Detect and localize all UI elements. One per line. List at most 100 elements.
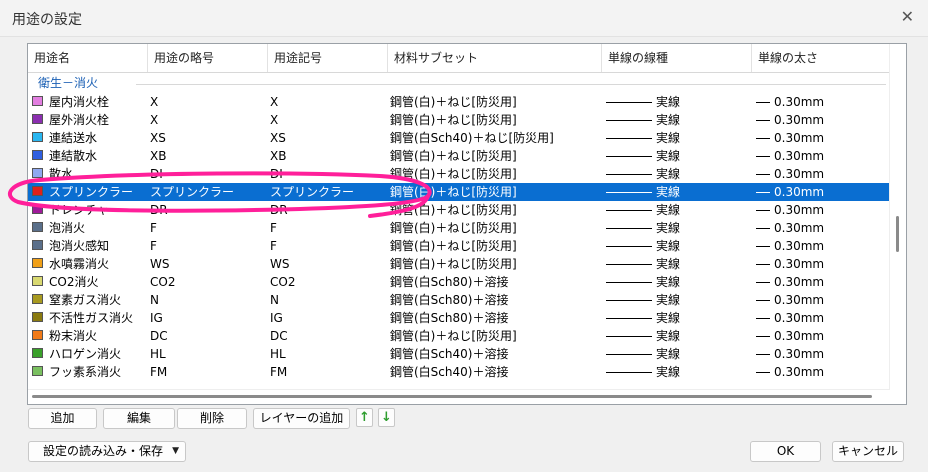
line-width-sample — [756, 318, 770, 319]
row-linetype: 実線 — [606, 273, 750, 291]
table-row[interactable]: CO2消火 CO2 CO2 鋼管(白Sch80)＋溶接 実線 0.30mm — [28, 273, 890, 291]
horizontal-scroll-thumb[interactable] — [32, 395, 872, 398]
add-button[interactable]: 追加 — [28, 408, 97, 429]
arrow-up-icon[interactable]: ↑ — [356, 408, 373, 427]
cancel-button[interactable]: キャンセル — [832, 441, 904, 462]
edit-button[interactable]: 編集 — [103, 408, 175, 429]
close-icon[interactable]: ✕ — [901, 7, 914, 26]
row-material: 鋼管(白)＋ねじ[防災用] — [390, 329, 517, 343]
line-width-sample — [756, 300, 770, 301]
table-row[interactable]: ドレンチャ DR DR 鋼管(白)＋ねじ[防災用] 実線 0.30mm — [28, 201, 890, 219]
row-linetype: 実線 — [606, 93, 750, 111]
add-layer-button[interactable]: レイヤーの追加 — [253, 408, 350, 429]
row-linetype: 実線 — [606, 237, 750, 255]
row-symbol: WS — [270, 257, 290, 271]
column-header-symbol[interactable]: 用途記号 — [268, 44, 388, 72]
table-row[interactable]: 散水 DI DI 鋼管(白)＋ねじ[防災用] 実線 0.30mm — [28, 165, 890, 183]
line-sample — [606, 282, 652, 283]
vertical-scrollbar[interactable] — [889, 44, 906, 402]
row-linetype: 実線 — [606, 345, 750, 363]
table-row[interactable]: 粉末消火 DC DC 鋼管(白)＋ねじ[防災用] 実線 0.30mm — [28, 327, 890, 345]
window-title: 用途の設定 — [12, 12, 82, 28]
row-name: 屋外消火栓 — [49, 113, 110, 127]
row-abbr: F — [150, 239, 157, 253]
row-width: 0.30mm — [756, 165, 888, 183]
line-width-sample — [756, 210, 770, 211]
ok-button[interactable]: OK — [750, 441, 821, 462]
line-width-sample — [756, 102, 770, 103]
row-symbol: FM — [270, 365, 288, 379]
row-abbr: DI — [150, 167, 163, 181]
column-header-abbr[interactable]: 用途の略号 — [148, 44, 268, 72]
table-row[interactable]: 連結送水 XS XS 鋼管(白Sch40)＋ねじ[防災用] 実線 0.30mm — [28, 129, 890, 147]
load-save-dropdown[interactable]: 設定の読み込み・保存 ▼ — [28, 441, 186, 462]
usage-list[interactable]: 用途名 用途の略号 用途記号 材料サブセット 単線の線種 単線の太さ 衛生－消火… — [27, 43, 907, 405]
row-symbol: X — [270, 113, 279, 127]
horizontal-scrollbar[interactable] — [28, 389, 890, 404]
table-row[interactable]: 窒素ガス消火 N N 鋼管(白Sch80)＋溶接 実線 0.30mm — [28, 291, 890, 309]
row-width: 0.30mm — [756, 237, 888, 255]
line-sample — [606, 246, 652, 247]
row-abbr: スプリンクラー — [150, 185, 235, 199]
row-width: 0.30mm — [756, 219, 888, 237]
row-name: 連結散水 — [49, 149, 98, 163]
column-header-name[interactable]: 用途名 — [28, 44, 148, 72]
row-name: 連結送水 — [49, 131, 98, 145]
row-name: ハロゲン消火 — [49, 347, 122, 361]
table-row[interactable]: 連結散水 XB XB 鋼管(白)＋ねじ[防災用] 実線 0.30mm — [28, 147, 890, 165]
row-symbol: F — [270, 239, 277, 253]
line-sample — [606, 192, 652, 193]
row-name: 屋内消火栓 — [49, 95, 110, 109]
color-swatch — [32, 366, 43, 376]
row-material: 鋼管(白)＋ねじ[防災用] — [390, 113, 517, 127]
table-row[interactable]: スプリンクラー スプリンクラー スプリンクラー 鋼管(白)＋ねじ[防災用] 実線 0.30… — [28, 183, 890, 201]
row-width: 0.30mm — [756, 255, 888, 273]
column-header-width[interactable]: 単線の太さ — [752, 44, 890, 72]
line-sample — [606, 210, 652, 211]
row-material: 鋼管(白Sch40)＋溶接 — [390, 365, 509, 379]
color-swatch — [32, 96, 43, 106]
row-width: 0.30mm — [756, 327, 888, 345]
line-width-sample — [756, 156, 770, 157]
row-abbr: DR — [150, 203, 168, 217]
group-divider — [136, 84, 886, 85]
row-width: 0.30mm — [756, 201, 888, 219]
chevron-down-icon: ▼ — [172, 446, 179, 456]
row-linetype: 実線 — [606, 327, 750, 345]
row-material: 鋼管(白)＋ねじ[防災用] — [390, 257, 517, 271]
row-symbol: DR — [270, 203, 288, 217]
row-linetype: 実線 — [606, 183, 750, 201]
color-swatch — [32, 168, 43, 178]
table-row[interactable]: ハロゲン消火 HL HL 鋼管(白Sch40)＋溶接 実線 0.30mm — [28, 345, 890, 363]
column-header-material[interactable]: 材料サブセット — [388, 44, 602, 72]
table-row[interactable]: 泡消火 F F 鋼管(白)＋ねじ[防災用] 実線 0.30mm — [28, 219, 890, 237]
line-sample — [606, 300, 652, 301]
row-abbr: HL — [150, 347, 166, 361]
table-row[interactable]: 屋内消火栓 X X 鋼管(白)＋ねじ[防災用] 実線 0.30mm — [28, 93, 890, 111]
table-row[interactable]: フッ素系消火 FM FM 鋼管(白Sch40)＋溶接 実線 0.30mm — [28, 363, 890, 381]
row-name: 散水 — [49, 167, 74, 181]
row-name: 窒素ガス消火 — [49, 293, 122, 307]
row-abbr: N — [150, 293, 159, 307]
row-abbr: DC — [150, 329, 168, 343]
column-header-linetype[interactable]: 単線の線種 — [602, 44, 752, 72]
row-material: 鋼管(白)＋ねじ[防災用] — [390, 167, 517, 181]
row-symbol: HL — [270, 347, 286, 361]
row-material: 鋼管(白Sch80)＋溶接 — [390, 275, 509, 289]
table-row[interactable]: 不活性ガス消火 IG IG 鋼管(白Sch80)＋溶接 実線 0.30mm — [28, 309, 890, 327]
row-material: 鋼管(白)＋ねじ[防災用] — [390, 185, 517, 199]
vertical-scroll-thumb[interactable] — [896, 216, 899, 252]
color-swatch — [32, 276, 43, 286]
delete-button[interactable]: 削除 — [177, 408, 247, 429]
table-row[interactable]: 屋外消火栓 X X 鋼管(白)＋ねじ[防災用] 実線 0.30mm — [28, 111, 890, 129]
row-linetype: 実線 — [606, 129, 750, 147]
arrow-down-icon[interactable]: ↓ — [378, 408, 395, 427]
color-swatch — [32, 330, 43, 340]
table-row[interactable]: 水噴霧消火 WS WS 鋼管(白)＋ねじ[防災用] 実線 0.30mm — [28, 255, 890, 273]
line-sample — [606, 354, 652, 355]
table-row[interactable]: 泡消火感知 F F 鋼管(白)＋ねじ[防災用] 実線 0.30mm — [28, 237, 890, 255]
row-abbr: XB — [150, 149, 167, 163]
row-symbol: XS — [270, 131, 286, 145]
line-width-sample — [756, 228, 770, 229]
row-width: 0.30mm — [756, 183, 888, 201]
